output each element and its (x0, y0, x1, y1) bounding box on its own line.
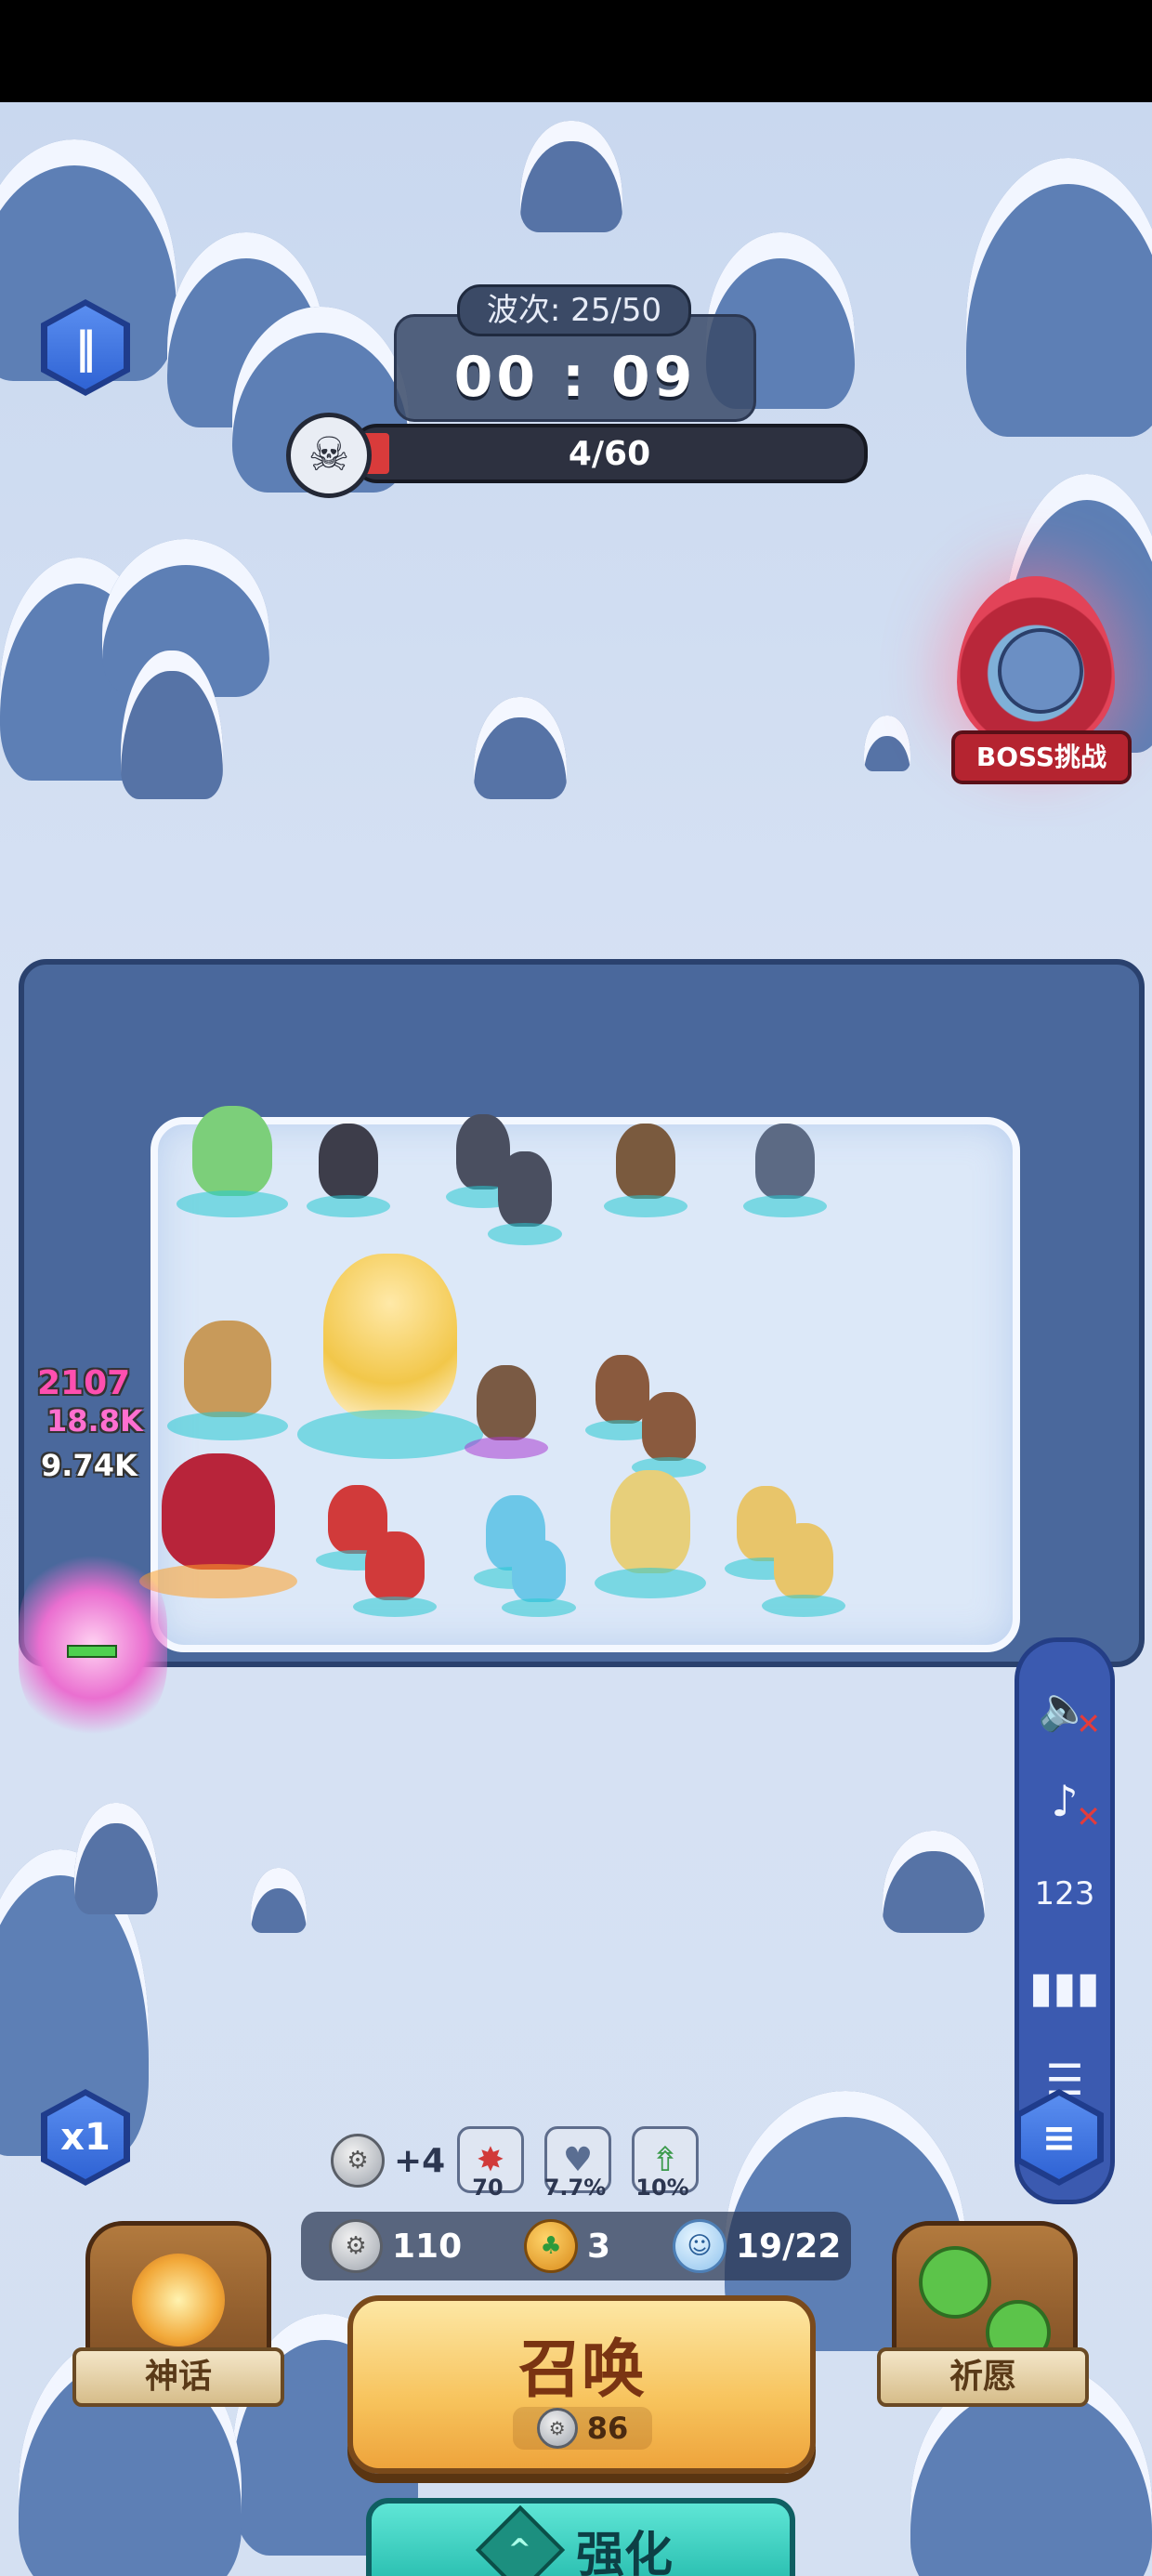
hero-unit[interactable] (465, 1357, 548, 1459)
upgrade-label: 强化 (575, 2527, 673, 2576)
hero-imp (364, 1531, 425, 1600)
hero-ranger (773, 1522, 834, 1599)
hero-unit[interactable] (139, 1440, 297, 1598)
hero-knight (754, 1123, 816, 1200)
hero-unit[interactable] (488, 1143, 562, 1245)
silver-coin-icon: ⚙ (536, 2408, 578, 2449)
hero-unit[interactable] (177, 1097, 288, 1217)
snow-rock (474, 697, 567, 799)
unit-soul-icon: ☺ (673, 2219, 727, 2273)
damage-number: 18.8K (46, 1403, 143, 1439)
snow-rock (864, 716, 910, 771)
hero-unit[interactable] (604, 1115, 687, 1217)
skull-icon: ☠ (286, 413, 372, 498)
snow-rock (520, 121, 622, 232)
sound-toggle-button[interactable]: 🔈 ✕ (1027, 1670, 1103, 1746)
upgrade-arrow-icon: ⇮ (650, 2140, 680, 2179)
clover-coin-icon: ♣ (524, 2219, 578, 2273)
boss-portrait-icon (998, 628, 1083, 714)
snow-rock (74, 1803, 158, 1914)
snow-rock (883, 1831, 985, 1933)
damage-numbers-button[interactable]: 123 (1027, 1856, 1103, 1932)
damage-number: 2107 (37, 1364, 131, 1402)
menu-icon: ≡ (1021, 2096, 1097, 2179)
hero-archer (318, 1123, 379, 1200)
stats-icon: ▮▮▮ (1029, 1962, 1100, 2012)
wish-label[interactable]: 祈愿 (877, 2347, 1089, 2407)
myth-label[interactable]: 神话 (72, 2347, 284, 2407)
wave-counter: 波次: 25/50 (457, 284, 691, 336)
hero-unit[interactable] (595, 1459, 706, 1598)
music-toggle-button[interactable]: ♪ ✕ (1027, 1763, 1103, 1839)
hero-unit[interactable] (502, 1533, 576, 1617)
unit-count: 19/22 (736, 2227, 842, 2266)
hero-monk (476, 1364, 537, 1441)
hero-griffin (184, 1321, 271, 1417)
silver-bonus-group: ⚙ +4 (331, 2134, 445, 2188)
silver-coin-icon: ⚙ (329, 2219, 383, 2273)
speed-label: x1 (47, 2096, 124, 2179)
silver-amount: 110 (392, 2227, 463, 2266)
crown-badge-icon (132, 2254, 225, 2346)
upgrade-value: 10% (635, 2175, 689, 2201)
clover-amount: 3 (587, 2227, 611, 2266)
disabled-x-icon: ✕ (1076, 1799, 1101, 1834)
snowy-tree (966, 158, 1152, 437)
hero-unit[interactable] (307, 1115, 390, 1217)
enemy-count-bar: 4/60 (351, 424, 868, 483)
disabled-x-icon: ✕ (1076, 1706, 1101, 1741)
upgrade-gem-icon: ^ (475, 2504, 566, 2576)
pause-icon: ‖ (47, 306, 124, 389)
hero-unit-selected[interactable] (297, 1236, 483, 1459)
enemy-health-bar (67, 1645, 117, 1658)
silver-bonus-value: +4 (394, 2141, 446, 2180)
summon-cost-value: 86 (586, 2411, 629, 2446)
resource-bar: ⚙ 110 ♣ 3 ☺ 19/22 (301, 2212, 851, 2280)
wave-timer: 00 : 09 (453, 345, 697, 410)
hero-angel (323, 1254, 457, 1419)
summon-cost: ⚙ 86 (513, 2407, 652, 2450)
heart-value: 7.7% (543, 2175, 607, 2201)
hero-nun (498, 1150, 552, 1228)
hero-brawler (642, 1392, 696, 1461)
snow-rock (251, 1868, 307, 1933)
damage-numbers-icon: 123 (1034, 1875, 1095, 1912)
hero-demon-lady (161, 1452, 276, 1571)
hero-swordsman (615, 1123, 676, 1200)
upgrade-button[interactable]: ^ 强化 (366, 2498, 795, 2576)
clover-icon (919, 2246, 991, 2319)
hero-unit[interactable] (167, 1310, 288, 1440)
hero-unit[interactable] (762, 1515, 845, 1617)
game-screen: ‖ 00 : 09 波次: 25/50 4/60 ☠ BOSS挑战 2107 1… (0, 102, 1152, 2576)
silver-coin-icon: ⚙ (331, 2134, 385, 2188)
summon-title: 召唤 (517, 2333, 645, 2407)
enemy-count-text: 4/60 (568, 435, 651, 473)
summon-button[interactable]: 召唤 ⚙ 86 (347, 2295, 816, 2474)
hero-unit[interactable] (353, 1524, 437, 1617)
crit-value: 70 (472, 2175, 504, 2201)
hero-water-spirit (512, 1540, 566, 1602)
stats-button[interactable]: ▮▮▮ (1027, 1949, 1103, 2025)
silver-resource: ⚙ 110 (329, 2219, 463, 2273)
unit-capacity: ☺ 19/22 (673, 2219, 842, 2273)
hero-unit[interactable] (743, 1115, 827, 1217)
heart-icon: ♥ (562, 2140, 594, 2179)
damage-number: 9.74K (41, 1448, 137, 1483)
crit-icon: ✸ (476, 2140, 505, 2179)
hero-gunner (609, 1470, 691, 1573)
music-off-icon: ♪ (1051, 1776, 1079, 1826)
boss-challenge-label[interactable]: BOSS挑战 (951, 730, 1132, 784)
hero-dryad (191, 1106, 273, 1196)
clover-resource: ♣ 3 (524, 2219, 611, 2273)
